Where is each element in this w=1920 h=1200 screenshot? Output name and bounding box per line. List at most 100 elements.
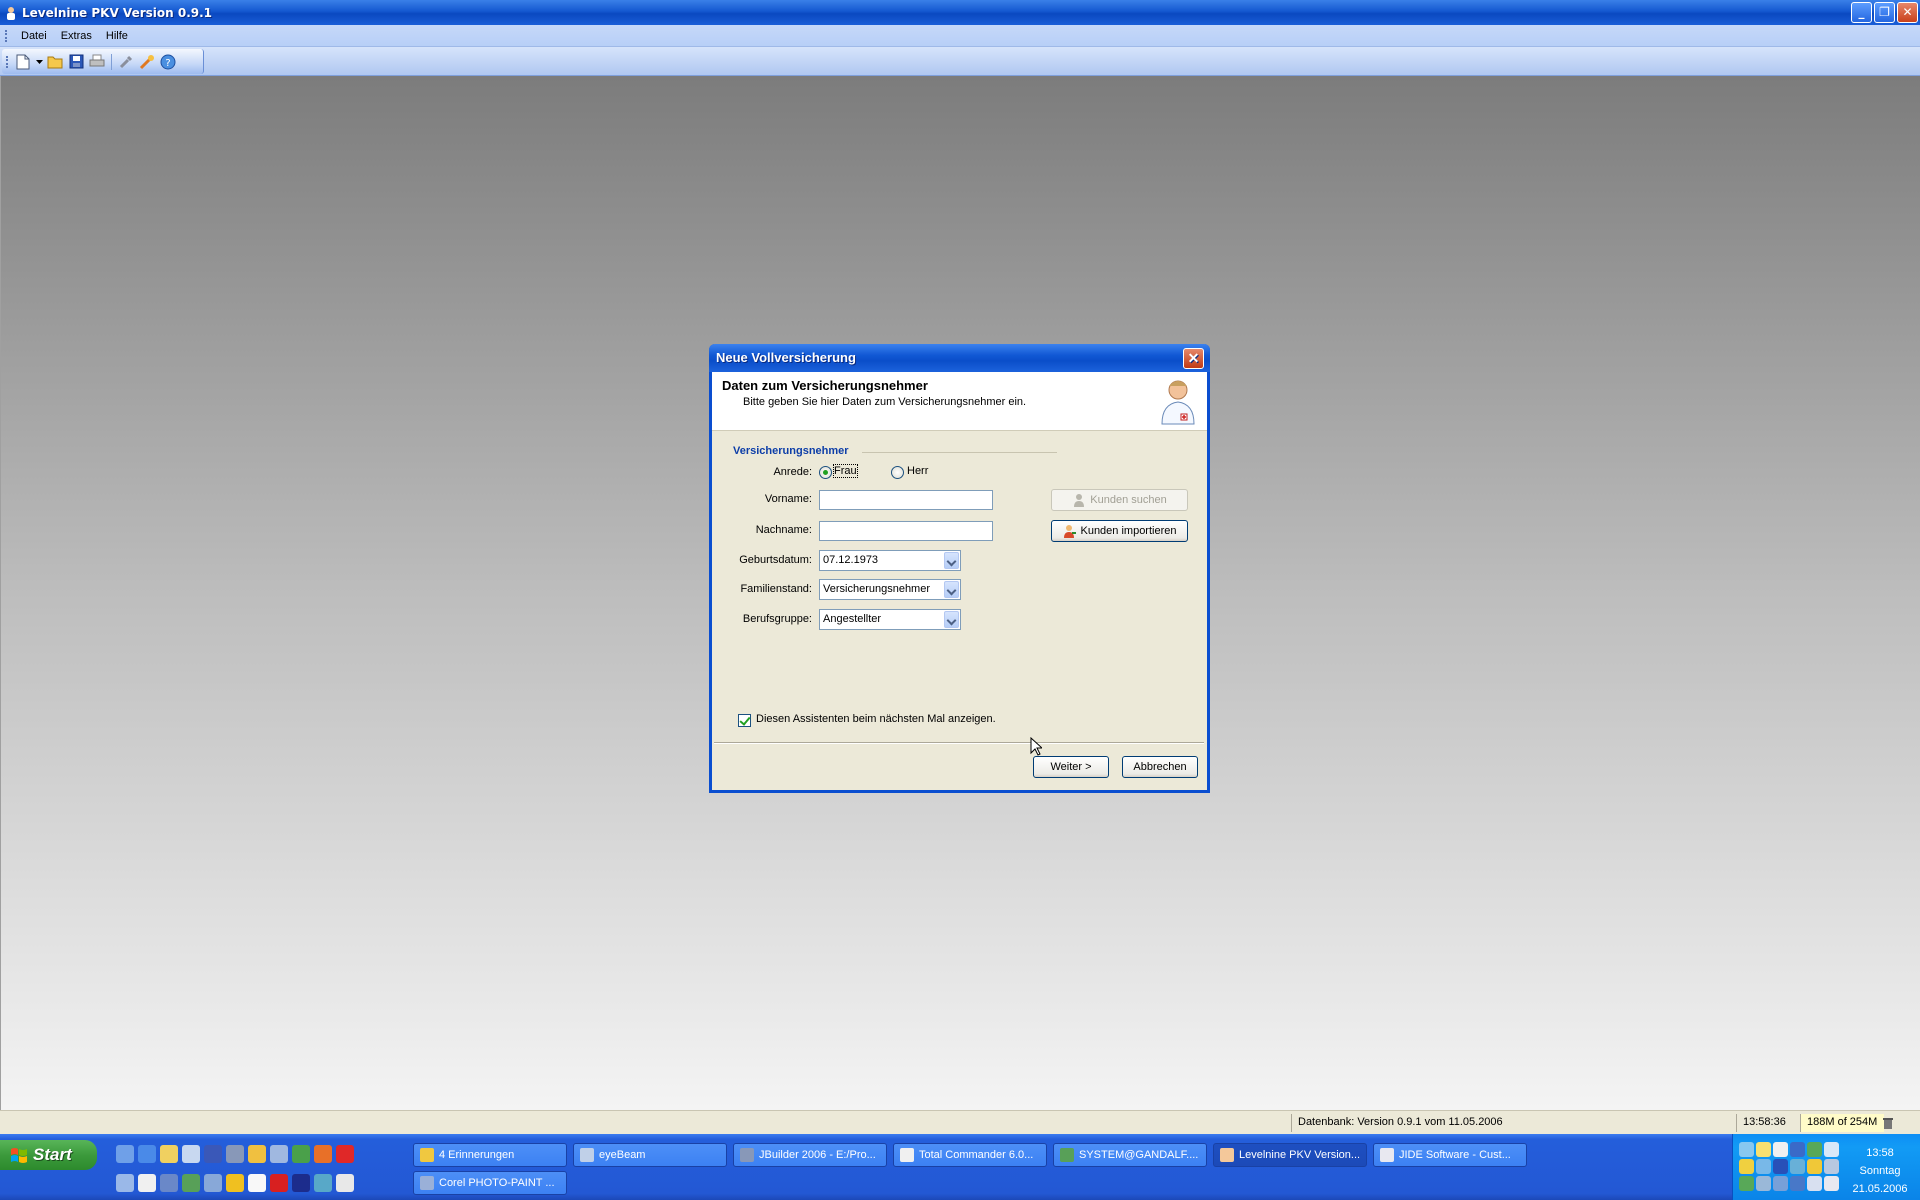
task-jide[interactable]: JIDE Software - Cust... [1373, 1143, 1527, 1167]
close-button[interactable]: ✕ [1897, 2, 1918, 23]
tray-clock[interactable]: 13:58 Sonntag 21.05.2006 [1845, 1144, 1915, 1198]
menu-extras[interactable]: Extras [54, 30, 99, 42]
tray-volume-icon[interactable] [1824, 1176, 1839, 1191]
minimize-button[interactable]: _ [1851, 2, 1872, 23]
berufsgruppe-label: Berufsgruppe: [742, 613, 812, 625]
tray-green-icon[interactable] [1807, 1142, 1822, 1157]
menu-hilfe[interactable]: Hilfe [99, 30, 135, 42]
radio-frau[interactable] [819, 466, 832, 479]
quick-launch-ie-icon[interactable] [138, 1145, 156, 1163]
dialog-close-button[interactable]: ✕ [1183, 348, 1204, 369]
new-document-icon[interactable] [14, 53, 32, 71]
quick-launch-tool-icon[interactable] [292, 1145, 310, 1163]
restore-button[interactable]: ❐ [1874, 2, 1895, 23]
tools-icon[interactable] [117, 53, 135, 71]
tray-shield-icon[interactable] [1739, 1159, 1754, 1174]
radio-herr-label[interactable]: Herr [907, 465, 928, 477]
toolbar-grip[interactable] [6, 55, 9, 68]
start-button[interactable]: Start [0, 1140, 97, 1170]
quick-launch-network-icon[interactable] [116, 1174, 134, 1192]
abbrechen-button[interactable]: Abbrechen [1122, 756, 1198, 778]
tray-bluetooth-icon[interactable] [1773, 1159, 1788, 1174]
print-icon[interactable] [88, 53, 106, 71]
quick-launch-firefox-icon[interactable] [314, 1145, 332, 1163]
chevron-down-icon[interactable] [944, 611, 959, 628]
quick-launch-desktop-icon[interactable] [116, 1145, 134, 1163]
trash-icon[interactable] [1881, 1116, 1895, 1130]
radio-frau-label[interactable]: Frau [833, 464, 858, 478]
quick-launch-search-icon[interactable] [270, 1145, 288, 1163]
toolbar: ? [2, 49, 204, 74]
tray-user-icon[interactable] [1773, 1176, 1788, 1191]
tray-scissors-icon[interactable] [1824, 1142, 1839, 1157]
open-folder-icon[interactable] [46, 53, 64, 71]
status-bar: Datenbank: Version 0.9.1 vom 11.05.2006 … [0, 1110, 1920, 1134]
tray-yellow-icon[interactable] [1756, 1142, 1771, 1157]
radio-herr[interactable] [891, 466, 904, 479]
menu-grip[interactable] [5, 29, 8, 42]
dropdown-arrow-icon[interactable] [35, 53, 43, 71]
task-corel[interactable]: Corel PHOTO-PAINT ... [413, 1171, 567, 1195]
task-label: 4 Erinnerungen [439, 1149, 515, 1161]
app-title: Levelnine PKV Version 0.9.1 [22, 5, 213, 20]
tray-globe-icon[interactable] [1739, 1176, 1754, 1191]
nachname-input[interactable] [819, 521, 993, 541]
tray-clock-icon[interactable] [1773, 1142, 1788, 1157]
quick-launch-t-icon[interactable] [138, 1174, 156, 1192]
tray-c-icon[interactable] [1756, 1176, 1771, 1191]
vorname-label: Vorname: [764, 493, 812, 505]
quick-launch-globe-icon[interactable] [314, 1174, 332, 1192]
quick-launch-q-icon[interactable] [336, 1145, 354, 1163]
quick-launch-ve-icon[interactable] [248, 1174, 266, 1192]
quick-launch-outlook-icon[interactable] [160, 1145, 178, 1163]
tray-drop-icon[interactable] [1790, 1159, 1805, 1174]
quick-launch-calc-icon[interactable] [204, 1145, 222, 1163]
kunden-suchen-button[interactable]: Kunden suchen [1051, 489, 1188, 511]
quick-launch-green-icon[interactable] [182, 1174, 200, 1192]
task-eyebeam[interactable]: eyeBeam [573, 1143, 727, 1167]
familienstand-label: Familienstand: [740, 583, 812, 595]
geburtsdatum-combo[interactable]: 07.12.1973 [819, 550, 961, 571]
quick-launch-x-icon[interactable] [292, 1174, 310, 1192]
tray-b-icon[interactable] [1807, 1159, 1822, 1174]
task-erinnerungen[interactable]: 4 Erinnerungen [413, 1143, 567, 1167]
tray-blue-icon[interactable] [1790, 1142, 1805, 1157]
task-total-commander[interactable]: Total Commander 6.0... [893, 1143, 1047, 1167]
group-separator [862, 452, 1057, 453]
quick-launch-mail-icon[interactable] [182, 1145, 200, 1163]
chevron-down-icon[interactable] [944, 581, 959, 598]
task-jbuilder[interactable]: JBuilder 2006 - E:/Pro... [733, 1143, 887, 1167]
weiter-button[interactable]: Weiter > [1033, 756, 1109, 778]
help-icon[interactable]: ? [159, 53, 177, 71]
quick-launch-cd-icon[interactable] [248, 1145, 266, 1163]
task-levelnine[interactable]: Levelnine PKV Version... [1213, 1143, 1367, 1167]
quick-launch-warning-icon[interactable] [226, 1174, 244, 1192]
menu-datei[interactable]: Datei [14, 30, 54, 42]
task-label: Corel PHOTO-PAINT ... [439, 1177, 555, 1189]
task-system-gandalf[interactable]: SYSTEM@GANDALF.... [1053, 1143, 1207, 1167]
task-label: JIDE Software - Cust... [1399, 1149, 1511, 1161]
dialog-title-bar: Neue Vollversicherung ✕ [709, 344, 1210, 372]
vorname-input[interactable] [819, 490, 993, 510]
quick-launch-hand-icon[interactable] [160, 1174, 178, 1192]
familienstand-combo[interactable]: Versicherungsnehmer [819, 579, 961, 600]
quick-launch-chart-icon[interactable] [270, 1174, 288, 1192]
quick-launch-winamp-icon[interactable] [226, 1145, 244, 1163]
windows-logo-icon [11, 1148, 27, 1163]
tray-network-icon[interactable] [1739, 1142, 1754, 1157]
quick-launch-list-icon[interactable] [204, 1174, 222, 1192]
tray-lan-icon[interactable] [1756, 1159, 1771, 1174]
tray-disk-icon[interactable] [1790, 1176, 1805, 1191]
tray-window-icon[interactable] [1807, 1176, 1822, 1191]
show-wizard-label[interactable]: Diesen Assistenten beim nächsten Mal anz… [756, 713, 996, 725]
kunden-importieren-button[interactable]: Kunden importieren [1051, 520, 1188, 542]
berufsgruppe-combo[interactable]: Angestellter [819, 609, 961, 630]
chevron-down-icon[interactable] [944, 552, 959, 569]
quick-launch-clock-icon[interactable] [336, 1174, 354, 1192]
person-search-icon [1074, 494, 1085, 507]
save-icon[interactable] [67, 53, 85, 71]
wizard-icon[interactable] [138, 53, 156, 71]
tray-q-icon[interactable] [1824, 1159, 1839, 1174]
show-wizard-checkbox[interactable] [738, 714, 751, 727]
taskbar: Start 4 Erinnerungen eyeBeam JBuilder 20… [0, 1134, 1920, 1200]
